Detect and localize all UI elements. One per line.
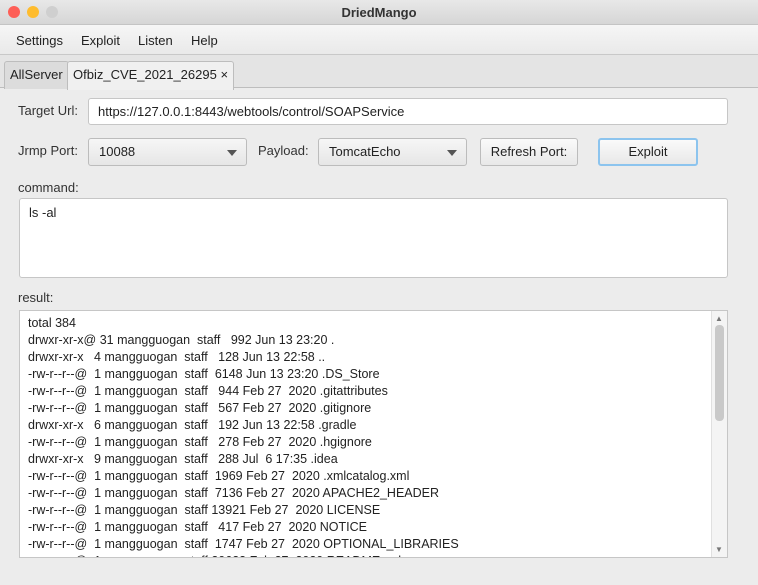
result-line: -rw-r--r--@ 1 mangguogan staff 567 Feb 2… xyxy=(28,401,372,415)
title-bar: DriedMango xyxy=(0,0,758,25)
window-title: DriedMango xyxy=(341,5,417,20)
result-line: drwxr-xr-x 4 mangguogan staff 128 Jun 13… xyxy=(28,350,326,364)
result-line: drwxr-xr-x@ 31 mangguogan staff 992 Jun … xyxy=(28,333,335,347)
result-line: -rw-r--r--@ 1 mangguogan staff 20623 Feb… xyxy=(28,554,401,557)
result-line: -rw-r--r--@ 1 mangguogan staff 1747 Feb … xyxy=(28,537,459,551)
result-line: -rw-r--r--@ 1 mangguogan staff 944 Feb 2… xyxy=(28,384,388,398)
jrmp-port-label: Jrmp Port: xyxy=(18,143,78,158)
result-label: result: xyxy=(18,290,54,305)
tab-label: AllServer xyxy=(10,67,63,82)
tab-ofbiz[interactable]: Ofbiz_CVE_2021_26295 × xyxy=(67,61,235,90)
menu-settings[interactable]: Settings xyxy=(16,33,63,48)
minimize-window-button[interactable] xyxy=(27,6,39,18)
result-line: -rw-r--r--@ 1 mangguogan staff 417 Feb 2… xyxy=(28,520,367,534)
scroll-up-icon[interactable]: ▲ xyxy=(715,314,723,323)
payload-select[interactable]: TomcatEcho xyxy=(318,138,467,166)
refresh-port-button[interactable]: Refresh Port: xyxy=(480,138,578,166)
result-line: drwxr-xr-x 9 mangguogan staff 288 Jul 6 … xyxy=(28,452,338,466)
target-url-label: Target Url: xyxy=(18,103,78,118)
tab-allserver[interactable]: AllServer xyxy=(4,61,69,89)
command-label: command: xyxy=(18,180,79,195)
close-tab-icon[interactable]: × xyxy=(220,67,228,82)
tab-label: Ofbiz_CVE_2021_26295 xyxy=(73,67,217,82)
command-textarea[interactable]: ls -al xyxy=(19,198,728,278)
jrmp-port-value: 10088 xyxy=(99,144,136,159)
zoom-window-button[interactable] xyxy=(46,6,58,18)
payload-value: TomcatEcho xyxy=(329,144,401,159)
result-line: -rw-r--r--@ 1 mangguogan staff 278 Feb 2… xyxy=(28,435,372,449)
menu-exploit[interactable]: Exploit xyxy=(81,33,120,48)
result-line: total 384 xyxy=(28,316,76,330)
close-window-button[interactable] xyxy=(8,6,20,18)
result-line: drwxr-xr-x 6 mangguogan staff 192 Jun 13… xyxy=(28,418,357,432)
menu-help[interactable]: Help xyxy=(191,33,218,48)
result-line: -rw-r--r--@ 1 mangguogan staff 13921 Feb… xyxy=(28,503,381,517)
jrmp-port-select[interactable]: 10088 xyxy=(88,138,247,166)
chevron-down-icon xyxy=(227,150,237,156)
payload-label: Payload: xyxy=(258,143,309,158)
menu-bar: Settings Exploit Listen Help xyxy=(0,25,758,55)
menu-listen[interactable]: Listen xyxy=(138,33,173,48)
scroll-down-icon[interactable]: ▼ xyxy=(715,545,723,554)
scrollbar-thumb[interactable] xyxy=(715,325,724,421)
result-textarea[interactable]: total 384 drwxr-xr-x@ 31 mangguogan staff… xyxy=(19,310,728,558)
chevron-down-icon xyxy=(447,150,457,156)
result-line: -rw-r--r--@ 1 mangguogan staff 7136 Feb … xyxy=(28,486,440,500)
target-url-input[interactable]: https://127.0.0.1:8443/webtools/control/… xyxy=(88,98,728,125)
result-line: -rw-r--r--@ 1 mangguogan staff 1969 Feb … xyxy=(28,469,410,483)
exploit-button[interactable]: Exploit xyxy=(598,138,698,166)
tab-bar: AllServer Ofbiz_CVE_2021_26295 × xyxy=(0,55,758,90)
result-line: -rw-r--r--@ 1 mangguogan staff 6148 Jun … xyxy=(28,367,380,381)
vertical-scrollbar[interactable]: ▲ ▼ xyxy=(711,311,727,557)
